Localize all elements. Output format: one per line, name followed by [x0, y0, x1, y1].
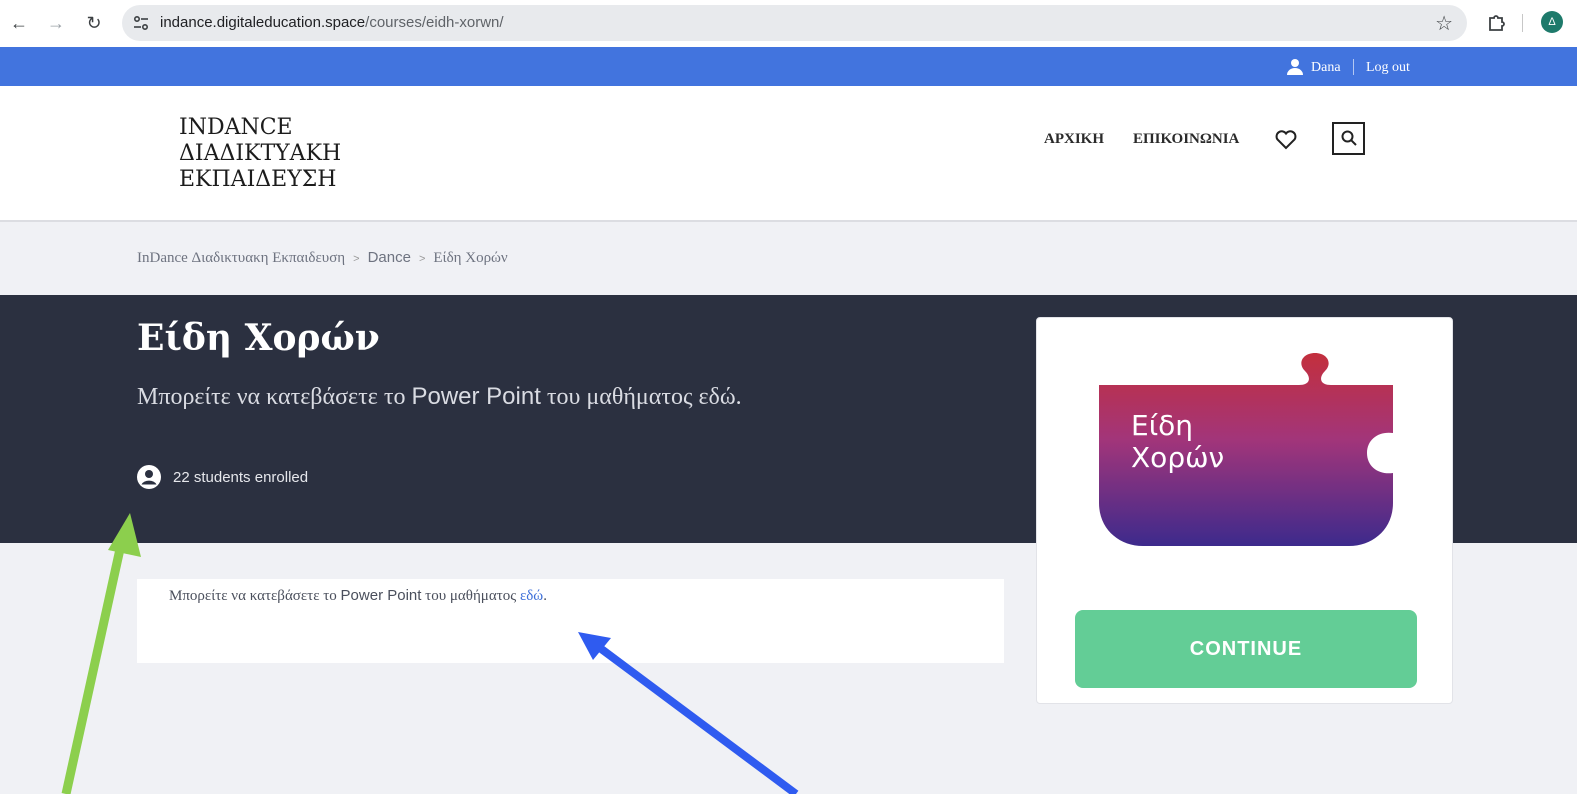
thumbnail-line: Χορών	[1131, 441, 1224, 474]
account-divider	[1353, 59, 1354, 75]
logo-line: INDANCE	[179, 115, 293, 140]
site-settings-icon[interactable]	[132, 14, 150, 32]
breadcrumb-item[interactable]: Dance	[368, 249, 411, 266]
description-text: Μπορείτε να κατεβάσετε το Power Point το…	[169, 587, 547, 604]
continue-button[interactable]: CONTINUE	[1075, 610, 1417, 688]
search-button[interactable]	[1332, 122, 1365, 155]
site-logo[interactable]: INDANCE ΔΙΑΔΙΚΤΥΑΚΗ ΕΚΠΑΙΔΕΥΣΗ	[179, 115, 341, 193]
user-icon	[1287, 59, 1303, 75]
course-card: Είδη Χορών CONTINUE	[1036, 317, 1453, 704]
logo-line: ΔΙΑΔΙΚΤΥΑΚΗ	[179, 141, 342, 166]
student-avatar-icon	[137, 465, 161, 489]
username-link[interactable]: Dana	[1311, 60, 1341, 76]
chevron-right-icon: >	[353, 253, 360, 265]
browser-toolbar: ← → ↻ indance.digitaleducation.space/cou…	[0, 0, 1577, 47]
reload-icon[interactable]: ↻	[83, 12, 105, 34]
course-subtitle: Μπορείτε να κατεβάσετε το Power Point το…	[137, 383, 742, 410]
account-bar: Dana Log out	[0, 47, 1577, 86]
site-header: INDANCE ΔΙΑΔΙΚΤΥΑΚΗ ΕΚΠΑΙΔΕΥΣΗ ΑΡΧΙΚΗ ΕΠ…	[0, 86, 1577, 222]
course-description: Μπορείτε να κατεβάσετε το Power Point το…	[137, 579, 1004, 663]
breadcrumb-item[interactable]: InDance Διαδικτυακη Εκπαιδευση	[137, 250, 345, 266]
logo-line: ΕΚΠΑΙΔΕΥΣΗ	[179, 167, 337, 192]
enrolled-count: 22 students enrolled	[173, 469, 309, 486]
forward-arrow-icon[interactable]: →	[45, 12, 67, 34]
address-bar[interactable]: indance.digitaleducation.space/courses/e…	[122, 5, 1467, 41]
download-link[interactable]: εδώ	[520, 588, 543, 604]
thumbnail-line: Είδη	[1131, 409, 1193, 442]
heart-icon[interactable]	[1274, 128, 1298, 150]
back-arrow-icon[interactable]: ←	[8, 12, 30, 34]
chevron-right-icon: >	[418, 253, 426, 265]
nav-contact[interactable]: ΕΠΙΚΟΙΝΩΝΙΑ	[1133, 131, 1239, 148]
nav-home[interactable]: ΑΡΧΙΚΗ	[1044, 131, 1104, 148]
url-text[interactable]: indance.digitaleducation.space/courses/e…	[160, 14, 504, 31]
toolbar-divider	[1522, 14, 1523, 32]
logout-link[interactable]: Log out	[1366, 60, 1410, 76]
green-arrow-icon	[61, 513, 141, 794]
bookmark-star-icon[interactable]: ☆	[1435, 11, 1453, 36]
profile-avatar[interactable]: Δ	[1541, 11, 1563, 33]
course-title: Είδη Χορών	[137, 317, 380, 359]
course-thumbnail[interactable]: Είδη Χορών	[1099, 353, 1393, 546]
search-icon	[1341, 130, 1357, 146]
breadcrumb: InDance Διαδικτυακη Εκπαιδευση > Dance > Είδ…	[137, 249, 508, 267]
breadcrumb-current: Είδη Χορών	[433, 250, 508, 266]
extensions-puzzle-icon[interactable]	[1486, 11, 1508, 33]
